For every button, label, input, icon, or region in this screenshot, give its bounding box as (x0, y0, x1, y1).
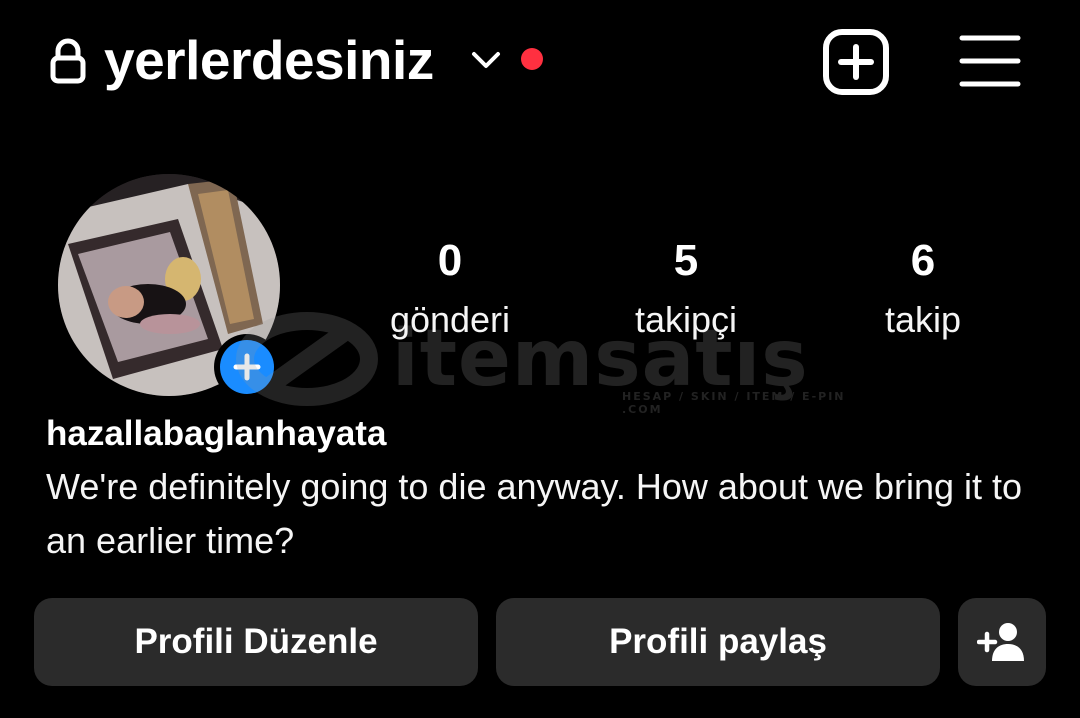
display-name: hazallabaglanhayata (46, 414, 387, 453)
stat-followers[interactable]: 5 takipçi (586, 230, 786, 348)
stat-following[interactable]: 6 takip (823, 230, 1023, 348)
lock-icon (48, 38, 88, 84)
add-person-icon (977, 623, 1024, 661)
watermark-subtitle: HESAP / SKIN / ITEM / E-PIN .COM (622, 390, 846, 416)
profile-page: yerlerdesiniz itemsatış HESAP / SKIN / I… (0, 0, 1080, 718)
following-count: 6 (910, 236, 936, 285)
chevron-down-icon[interactable] (470, 46, 502, 74)
hamburger-menu-icon (959, 35, 1021, 87)
edit-profile-label: Profili Düzenle (134, 622, 378, 661)
notification-dot (521, 48, 543, 70)
followers-count: 5 (673, 236, 699, 285)
following-label: takip (884, 299, 962, 340)
share-profile-label: Profili paylaş (609, 622, 827, 661)
posts-count: 0 (437, 236, 463, 285)
followers-label: takipçi (634, 299, 738, 340)
posts-label: gönderi (389, 299, 511, 340)
stat-posts[interactable]: 0 gönderi (350, 230, 550, 348)
add-story-button[interactable] (214, 334, 280, 400)
create-button[interactable] (822, 28, 890, 96)
share-profile-button[interactable]: Profili paylaş (496, 598, 940, 686)
top-bar: yerlerdesiniz (0, 0, 1080, 120)
discover-people-button[interactable] (958, 598, 1046, 686)
edit-profile-button[interactable]: Profili Düzenle (34, 598, 478, 686)
menu-button[interactable] (958, 32, 1022, 90)
account-switcher[interactable]: yerlerdesiniz (104, 24, 434, 96)
plus-icon (220, 340, 274, 394)
username: yerlerdesiniz (104, 29, 434, 91)
bio-text: We're definitely going to die anyway. Ho… (46, 466, 1023, 561)
plus-square-icon (823, 29, 889, 95)
